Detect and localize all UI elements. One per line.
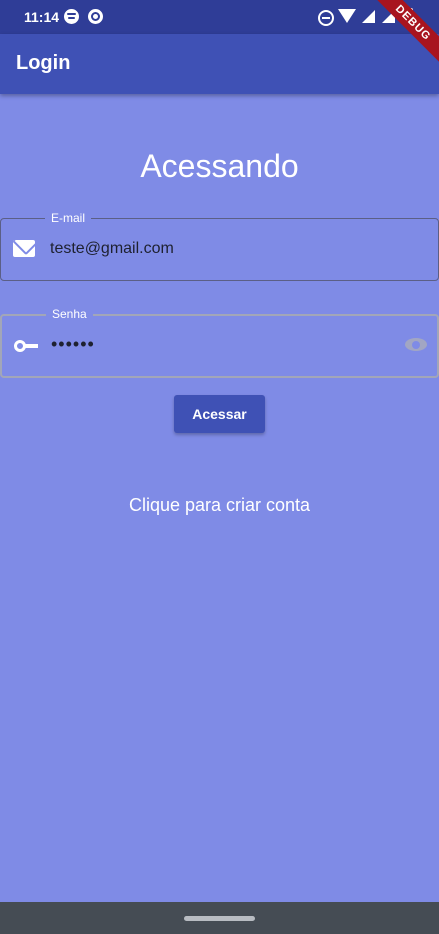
signal-icon <box>362 10 375 23</box>
email-field-label: E-mail <box>45 210 92 226</box>
mail-icon <box>13 240 35 257</box>
app-bar: Login <box>0 34 439 94</box>
email-input[interactable]: teste@gmail.com <box>50 240 174 258</box>
home-indicator[interactable] <box>184 916 255 921</box>
password-field[interactable]: Senha •••••• <box>0 306 439 378</box>
create-account-link[interactable]: Clique para criar conta <box>0 495 439 516</box>
status-time: 11:14 <box>24 9 60 25</box>
password-field-label: Senha <box>46 306 93 322</box>
login-button[interactable]: Acessar <box>174 395 265 433</box>
email-field[interactable]: E-mail teste@gmail.com <box>0 210 439 281</box>
password-input[interactable]: •••••• <box>51 334 95 355</box>
status-bar: 11:14 <box>0 0 439 34</box>
do-not-disturb-icon <box>318 10 334 26</box>
page-heading: Acessando <box>140 148 299 184</box>
app-bar-title: Login <box>16 52 71 74</box>
spotify-icon <box>64 9 79 24</box>
navigation-bar <box>0 902 439 934</box>
sync-icon <box>88 9 103 24</box>
eye-icon[interactable] <box>405 338 427 351</box>
key-icon <box>14 340 38 352</box>
wifi-icon <box>338 9 356 23</box>
